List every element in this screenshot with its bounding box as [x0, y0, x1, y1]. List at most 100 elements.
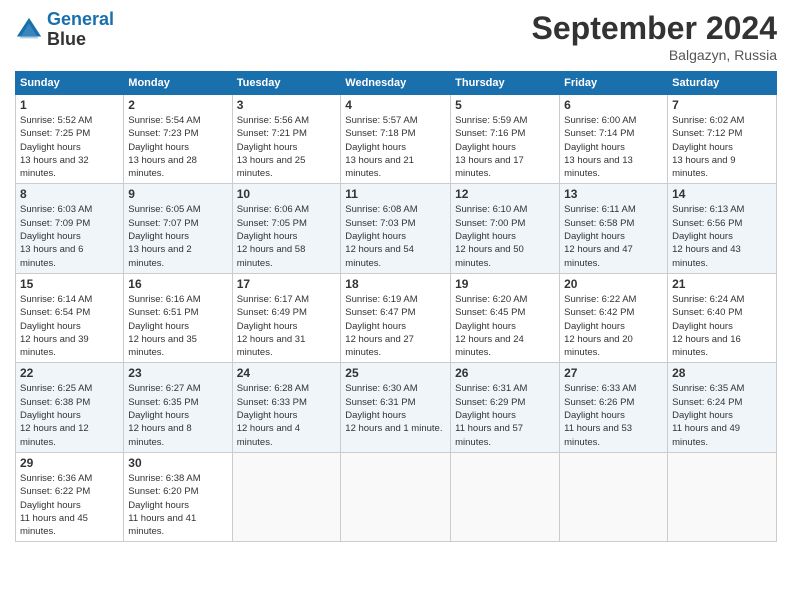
- day-number: 27: [564, 366, 663, 380]
- day-info: Sunrise: 6:27 AM Sunset: 6:35 PM Dayligh…: [128, 382, 227, 448]
- col-sunday: Sunday: [16, 72, 124, 95]
- calendar-cell: [341, 452, 451, 541]
- calendar-cell: 17 Sunrise: 6:17 AM Sunset: 6:49 PM Dayl…: [232, 273, 341, 362]
- calendar-cell: 19 Sunrise: 6:20 AM Sunset: 6:45 PM Dayl…: [451, 273, 560, 362]
- day-number: 25: [345, 366, 446, 380]
- day-info: Sunrise: 6:30 AM Sunset: 6:31 PM Dayligh…: [345, 382, 446, 435]
- day-number: 17: [237, 277, 337, 291]
- logo-blue: Blue: [47, 30, 114, 50]
- day-number: 10: [237, 187, 337, 201]
- day-info: Sunrise: 5:52 AM Sunset: 7:25 PM Dayligh…: [20, 114, 119, 180]
- day-number: 26: [455, 366, 555, 380]
- col-friday: Friday: [560, 72, 668, 95]
- calendar-cell: 30 Sunrise: 6:38 AM Sunset: 6:20 PM Dayl…: [124, 452, 232, 541]
- day-info: Sunrise: 6:00 AM Sunset: 7:14 PM Dayligh…: [564, 114, 663, 180]
- day-info: Sunrise: 6:17 AM Sunset: 6:49 PM Dayligh…: [237, 293, 337, 359]
- page: General Blue September 2024 Balgazyn, Ru…: [0, 0, 792, 612]
- day-info: Sunrise: 5:59 AM Sunset: 7:16 PM Dayligh…: [455, 114, 555, 180]
- weekday-row: Sunday Monday Tuesday Wednesday Thursday…: [16, 72, 777, 95]
- day-number: 6: [564, 98, 663, 112]
- day-info: Sunrise: 6:24 AM Sunset: 6:40 PM Dayligh…: [672, 293, 772, 359]
- day-info: Sunrise: 6:05 AM Sunset: 7:07 PM Dayligh…: [128, 203, 227, 269]
- day-number: 14: [672, 187, 772, 201]
- day-info: Sunrise: 6:20 AM Sunset: 6:45 PM Dayligh…: [455, 293, 555, 359]
- header: General Blue September 2024 Balgazyn, Ru…: [15, 10, 777, 63]
- day-info: Sunrise: 6:10 AM Sunset: 7:00 PM Dayligh…: [455, 203, 555, 269]
- calendar-cell: 9 Sunrise: 6:05 AM Sunset: 7:07 PM Dayli…: [124, 184, 232, 273]
- calendar-cell: 26 Sunrise: 6:31 AM Sunset: 6:29 PM Dayl…: [451, 363, 560, 452]
- location: Balgazyn, Russia: [532, 47, 777, 63]
- calendar-week-4: 22 Sunrise: 6:25 AM Sunset: 6:38 PM Dayl…: [16, 363, 777, 452]
- day-number: 30: [128, 456, 227, 470]
- day-number: 16: [128, 277, 227, 291]
- title-block: September 2024 Balgazyn, Russia: [532, 10, 777, 63]
- calendar-cell: 16 Sunrise: 6:16 AM Sunset: 6:51 PM Dayl…: [124, 273, 232, 362]
- calendar-header: Sunday Monday Tuesday Wednesday Thursday…: [16, 72, 777, 95]
- calendar-cell: 18 Sunrise: 6:19 AM Sunset: 6:47 PM Dayl…: [341, 273, 451, 362]
- day-number: 23: [128, 366, 227, 380]
- day-info: Sunrise: 5:56 AM Sunset: 7:21 PM Dayligh…: [237, 114, 337, 180]
- day-number: 3: [237, 98, 337, 112]
- calendar-cell: 22 Sunrise: 6:25 AM Sunset: 6:38 PM Dayl…: [16, 363, 124, 452]
- logo-text: General Blue: [47, 10, 114, 50]
- calendar-cell: 11 Sunrise: 6:08 AM Sunset: 7:03 PM Dayl…: [341, 184, 451, 273]
- calendar-body: 1 Sunrise: 5:52 AM Sunset: 7:25 PM Dayli…: [16, 95, 777, 542]
- calendar-week-3: 15 Sunrise: 6:14 AM Sunset: 6:54 PM Dayl…: [16, 273, 777, 362]
- calendar-cell: 3 Sunrise: 5:56 AM Sunset: 7:21 PM Dayli…: [232, 95, 341, 184]
- day-info: Sunrise: 6:13 AM Sunset: 6:56 PM Dayligh…: [672, 203, 772, 269]
- day-number: 8: [20, 187, 119, 201]
- calendar-cell: 14 Sunrise: 6:13 AM Sunset: 6:56 PM Dayl…: [668, 184, 777, 273]
- day-number: 2: [128, 98, 227, 112]
- calendar-cell: [560, 452, 668, 541]
- day-info: Sunrise: 6:33 AM Sunset: 6:26 PM Dayligh…: [564, 382, 663, 448]
- day-info: Sunrise: 6:19 AM Sunset: 6:47 PM Dayligh…: [345, 293, 446, 359]
- day-info: Sunrise: 5:57 AM Sunset: 7:18 PM Dayligh…: [345, 114, 446, 180]
- day-info: Sunrise: 5:54 AM Sunset: 7:23 PM Dayligh…: [128, 114, 227, 180]
- day-number: 7: [672, 98, 772, 112]
- calendar-cell: 27 Sunrise: 6:33 AM Sunset: 6:26 PM Dayl…: [560, 363, 668, 452]
- calendar-week-2: 8 Sunrise: 6:03 AM Sunset: 7:09 PM Dayli…: [16, 184, 777, 273]
- day-number: 12: [455, 187, 555, 201]
- col-tuesday: Tuesday: [232, 72, 341, 95]
- day-info: Sunrise: 6:06 AM Sunset: 7:05 PM Dayligh…: [237, 203, 337, 269]
- day-info: Sunrise: 6:02 AM Sunset: 7:12 PM Dayligh…: [672, 114, 772, 180]
- day-number: 29: [20, 456, 119, 470]
- day-info: Sunrise: 6:03 AM Sunset: 7:09 PM Dayligh…: [20, 203, 119, 269]
- logo: General Blue: [15, 10, 114, 50]
- calendar-cell: 6 Sunrise: 6:00 AM Sunset: 7:14 PM Dayli…: [560, 95, 668, 184]
- calendar-cell: 1 Sunrise: 5:52 AM Sunset: 7:25 PM Dayli…: [16, 95, 124, 184]
- calendar-cell: 23 Sunrise: 6:27 AM Sunset: 6:35 PM Dayl…: [124, 363, 232, 452]
- day-info: Sunrise: 6:28 AM Sunset: 6:33 PM Dayligh…: [237, 382, 337, 448]
- calendar-week-1: 1 Sunrise: 5:52 AM Sunset: 7:25 PM Dayli…: [16, 95, 777, 184]
- day-number: 11: [345, 187, 446, 201]
- day-number: 18: [345, 277, 446, 291]
- day-info: Sunrise: 6:11 AM Sunset: 6:58 PM Dayligh…: [564, 203, 663, 269]
- calendar-cell: 4 Sunrise: 5:57 AM Sunset: 7:18 PM Dayli…: [341, 95, 451, 184]
- col-thursday: Thursday: [451, 72, 560, 95]
- day-number: 15: [20, 277, 119, 291]
- calendar-cell: 20 Sunrise: 6:22 AM Sunset: 6:42 PM Dayl…: [560, 273, 668, 362]
- day-number: 13: [564, 187, 663, 201]
- day-info: Sunrise: 6:08 AM Sunset: 7:03 PM Dayligh…: [345, 203, 446, 269]
- day-number: 20: [564, 277, 663, 291]
- day-info: Sunrise: 6:38 AM Sunset: 6:20 PM Dayligh…: [128, 472, 227, 538]
- day-info: Sunrise: 6:36 AM Sunset: 6:22 PM Dayligh…: [20, 472, 119, 538]
- calendar-cell: 10 Sunrise: 6:06 AM Sunset: 7:05 PM Dayl…: [232, 184, 341, 273]
- day-info: Sunrise: 6:22 AM Sunset: 6:42 PM Dayligh…: [564, 293, 663, 359]
- col-saturday: Saturday: [668, 72, 777, 95]
- col-wednesday: Wednesday: [341, 72, 451, 95]
- calendar-week-5: 29 Sunrise: 6:36 AM Sunset: 6:22 PM Dayl…: [16, 452, 777, 541]
- calendar-cell: 7 Sunrise: 6:02 AM Sunset: 7:12 PM Dayli…: [668, 95, 777, 184]
- calendar-cell: 8 Sunrise: 6:03 AM Sunset: 7:09 PM Dayli…: [16, 184, 124, 273]
- calendar-cell: 24 Sunrise: 6:28 AM Sunset: 6:33 PM Dayl…: [232, 363, 341, 452]
- day-number: 21: [672, 277, 772, 291]
- calendar-cell: 25 Sunrise: 6:30 AM Sunset: 6:31 PM Dayl…: [341, 363, 451, 452]
- calendar-cell: 29 Sunrise: 6:36 AM Sunset: 6:22 PM Dayl…: [16, 452, 124, 541]
- day-info: Sunrise: 6:14 AM Sunset: 6:54 PM Dayligh…: [20, 293, 119, 359]
- calendar-cell: 2 Sunrise: 5:54 AM Sunset: 7:23 PM Dayli…: [124, 95, 232, 184]
- day-number: 5: [455, 98, 555, 112]
- day-info: Sunrise: 6:25 AM Sunset: 6:38 PM Dayligh…: [20, 382, 119, 448]
- calendar-cell: 13 Sunrise: 6:11 AM Sunset: 6:58 PM Dayl…: [560, 184, 668, 273]
- day-number: 1: [20, 98, 119, 112]
- day-number: 19: [455, 277, 555, 291]
